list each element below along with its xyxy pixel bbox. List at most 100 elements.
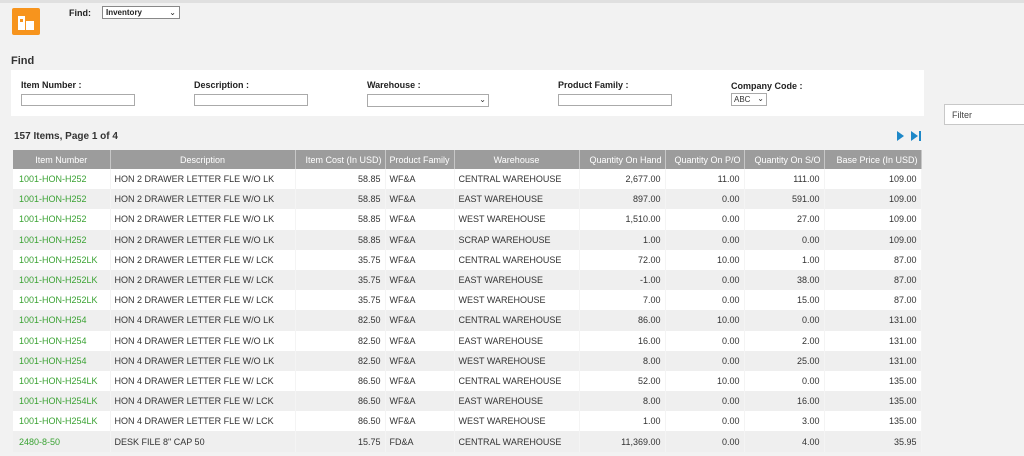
- cell-quantity-on-so: 111.00: [744, 169, 825, 190]
- cell-item-cost: 35.75: [295, 290, 386, 311]
- results-summary: 157 Items, Page 1 of 4: [14, 131, 118, 142]
- cell-description: HON 2 DRAWER LETTER FLE W/O LK: [110, 169, 296, 190]
- cell-product-family: WF&A: [385, 269, 455, 291]
- cell-product-family: WF&A: [385, 350, 455, 371]
- column-header-item-number[interactable]: Item Number: [13, 150, 111, 169]
- table-row[interactable]: 1001-HON-H254 HON 4 DRAWER LETTER FLE W/O…: [13, 310, 922, 331]
- table-row[interactable]: 1001-HON-H254 HON 4 DRAWER LETTER FLE W/O…: [13, 330, 922, 351]
- cell-warehouse: EAST WAREHOUSE: [454, 330, 580, 351]
- top-border: [0, 0, 1024, 3]
- warehouse-select[interactable]: ⌄: [367, 94, 489, 107]
- cell-quantity-on-so: 27.00: [744, 209, 825, 230]
- cell-quantity-on-hand: 8.00: [579, 391, 666, 412]
- cell-quantity-on-hand: 1.00: [579, 411, 666, 432]
- cell-item-cost: 58.85: [295, 169, 386, 190]
- column-header-quantity-on-po[interactable]: Quantity On P/O: [665, 150, 745, 169]
- cell-description: HON 2 DRAWER LETTER FLE W/ LCK: [110, 269, 296, 291]
- table-row[interactable]: 1001-HON-H254LK HON 4 DRAWER LETTER FLE W…: [13, 370, 922, 392]
- item-number-link[interactable]: 1001-HON-H252: [13, 169, 111, 190]
- item-number-link[interactable]: 1001-HON-H254: [13, 350, 111, 371]
- cell-quantity-on-hand: -1.00: [579, 269, 666, 291]
- find-type-select[interactable]: Inventory ⌄: [102, 6, 180, 19]
- cell-warehouse: WEST WAREHOUSE: [454, 350, 580, 371]
- cell-product-family: WF&A: [385, 330, 455, 351]
- cell-product-family: WF&A: [385, 249, 455, 270]
- column-header-product-family[interactable]: Product Family: [385, 150, 455, 169]
- table-row[interactable]: 1001-HON-H252LK HON 2 DRAWER LETTER FLE W…: [13, 290, 922, 311]
- item-number-link[interactable]: 1001-HON-H254LK: [13, 370, 111, 392]
- cell-quantity-on-so: 25.00: [744, 350, 825, 371]
- cell-description: HON 4 DRAWER LETTER FLE W/O LK: [110, 330, 296, 351]
- column-header-description[interactable]: Description: [110, 150, 296, 169]
- item-number-link[interactable]: 1001-HON-H252: [13, 189, 111, 210]
- cell-base-price: 135.00: [824, 370, 922, 392]
- filter-input[interactable]: Filter: [944, 104, 1024, 125]
- cell-quantity-on-po: 0.00: [665, 189, 745, 210]
- cell-quantity-on-po: 0.00: [665, 290, 745, 311]
- table-row[interactable]: 1001-HON-H254 HON 4 DRAWER LETTER FLE W/O…: [13, 350, 922, 371]
- column-header-quantity-on-hand[interactable]: Quantity On Hand: [579, 150, 666, 169]
- product-family-input[interactable]: [558, 94, 672, 106]
- column-header-base-price[interactable]: Base Price (In USD): [824, 150, 922, 169]
- item-number-link[interactable]: 2480-8-50: [13, 431, 111, 452]
- app-logo[interactable]: [12, 8, 40, 35]
- cell-base-price: 135.00: [824, 391, 922, 412]
- cell-base-price: 109.00: [824, 229, 922, 250]
- cell-quantity-on-po: 0.00: [665, 330, 745, 351]
- table-row[interactable]: 1001-HON-H254LK HON 4 DRAWER LETTER FLE W…: [13, 411, 922, 432]
- item-number-link[interactable]: 1001-HON-H254: [13, 330, 111, 351]
- cell-quantity-on-po: 10.00: [665, 249, 745, 270]
- cell-quantity-on-po: 0.00: [665, 411, 745, 432]
- item-number-input[interactable]: [21, 94, 135, 106]
- cell-quantity-on-po: 11.00: [665, 169, 745, 190]
- table-row[interactable]: 1001-HON-H252LK HON 2 DRAWER LETTER FLE W…: [13, 269, 922, 291]
- item-number-link[interactable]: 1001-HON-H252LK: [13, 249, 111, 270]
- cell-base-price: 135.00: [824, 411, 922, 432]
- cell-quantity-on-so: 38.00: [744, 269, 825, 291]
- cell-item-cost: 35.75: [295, 249, 386, 270]
- cell-base-price: 109.00: [824, 209, 922, 230]
- cell-base-price: 109.00: [824, 189, 922, 210]
- cell-product-family: WF&A: [385, 290, 455, 311]
- cell-quantity-on-po: 0.00: [665, 391, 745, 412]
- next-page-icon[interactable]: [896, 130, 905, 142]
- table-row[interactable]: 1001-HON-H254LK HON 4 DRAWER LETTER FLE W…: [13, 391, 922, 412]
- chevron-down-icon: ⌄: [757, 94, 764, 103]
- item-number-link[interactable]: 1001-HON-H252: [13, 229, 111, 250]
- cell-quantity-on-hand: 7.00: [579, 290, 666, 311]
- item-number-link[interactable]: 1001-HON-H254: [13, 310, 111, 331]
- cell-quantity-on-hand: 16.00: [579, 330, 666, 351]
- cell-item-cost: 35.75: [295, 269, 386, 291]
- cell-description: HON 2 DRAWER LETTER FLE W/O LK: [110, 209, 296, 230]
- cell-base-price: 87.00: [824, 269, 922, 291]
- table-row[interactable]: 2480-8-50 DESK FILE 8" CAP 50 15.75 FD&A CEN…: [13, 431, 922, 452]
- table-row[interactable]: 1001-HON-H252 HON 2 DRAWER LETTER FLE W/O…: [13, 169, 922, 190]
- cell-quantity-on-so: 0.00: [744, 229, 825, 250]
- column-header-item-cost[interactable]: Item Cost (In USD): [295, 150, 386, 169]
- column-header-quantity-on-so[interactable]: Quantity On S/O: [744, 150, 825, 169]
- table-row[interactable]: 1001-HON-H252LK HON 2 DRAWER LETTER FLE W…: [13, 249, 922, 270]
- table-row[interactable]: 1001-HON-H252 HON 2 DRAWER LETTER FLE W/O…: [13, 189, 922, 210]
- item-number-link[interactable]: 1001-HON-H252: [13, 209, 111, 230]
- cell-warehouse: EAST WAREHOUSE: [454, 269, 580, 291]
- last-page-icon[interactable]: [910, 130, 922, 142]
- cell-warehouse: SCRAP WAREHOUSE: [454, 229, 580, 250]
- item-number-link[interactable]: 1001-HON-H254LK: [13, 391, 111, 412]
- cell-warehouse: WEST WAREHOUSE: [454, 411, 580, 432]
- item-number-link[interactable]: 1001-HON-H252LK: [13, 269, 111, 291]
- table-row[interactable]: 1001-HON-H252 HON 2 DRAWER LETTER FLE W/O…: [13, 229, 922, 250]
- table-row[interactable]: 1001-HON-H252 HON 2 DRAWER LETTER FLE W/O…: [13, 209, 922, 230]
- item-number-link[interactable]: 1001-HON-H254LK: [13, 411, 111, 432]
- cell-product-family: WF&A: [385, 169, 455, 190]
- cell-product-family: WF&A: [385, 391, 455, 412]
- cell-quantity-on-hand: 86.00: [579, 310, 666, 331]
- cell-warehouse: EAST WAREHOUSE: [454, 391, 580, 412]
- company-code-select[interactable]: ABC ⌄: [731, 93, 767, 106]
- cell-product-family: WF&A: [385, 209, 455, 230]
- item-number-link[interactable]: 1001-HON-H252LK: [13, 290, 111, 311]
- product-family-label: Product Family :: [558, 80, 629, 90]
- cell-item-cost: 82.50: [295, 350, 386, 371]
- description-input[interactable]: [194, 94, 308, 106]
- cell-item-cost: 86.50: [295, 391, 386, 412]
- column-header-warehouse[interactable]: Warehouse: [454, 150, 580, 169]
